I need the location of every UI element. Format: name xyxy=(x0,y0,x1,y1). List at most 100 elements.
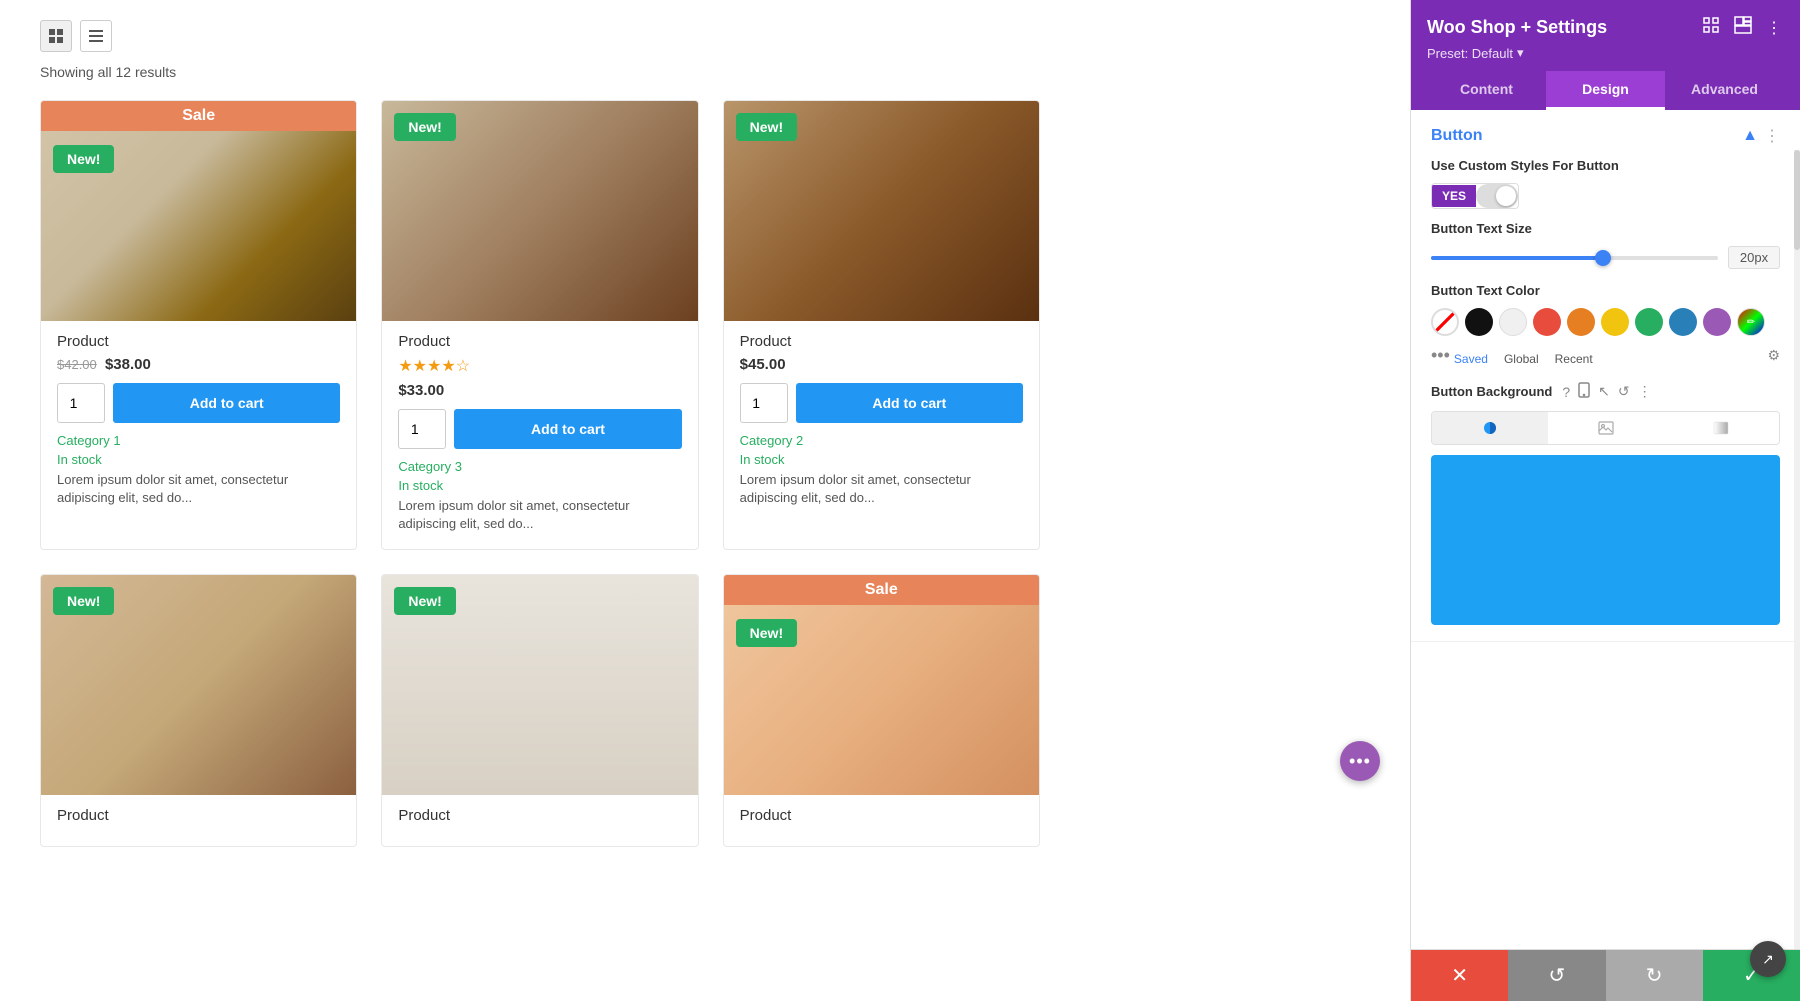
product-price: $33.00 xyxy=(398,382,681,399)
add-to-cart-row: Add to cart xyxy=(57,383,340,423)
layout-icon-button[interactable] xyxy=(1732,14,1754,41)
color-tab-icon xyxy=(1482,420,1498,436)
product-card: New! Product xyxy=(40,574,357,847)
product-image xyxy=(724,575,1039,795)
bg-mobile-icon[interactable] xyxy=(1578,382,1590,401)
product-info: Product xyxy=(382,795,697,846)
bg-tab-image[interactable] xyxy=(1548,412,1664,444)
grid-view-button[interactable] xyxy=(40,20,72,52)
add-to-cart-row: Add to cart xyxy=(740,383,1023,423)
product-image-wrap: New! xyxy=(382,101,697,321)
color-swatch-green[interactable] xyxy=(1635,308,1663,336)
color-swatch-yellow[interactable] xyxy=(1601,308,1629,336)
quantity-input[interactable] xyxy=(740,383,788,423)
price-old: $42.00 xyxy=(57,357,97,372)
category-link[interactable]: Category 3 xyxy=(398,459,681,474)
more-options-button[interactable]: ⋮ xyxy=(1764,16,1784,40)
help-arrow-icon: ↗ xyxy=(1762,951,1774,968)
section-more-icon[interactable]: ⋮ xyxy=(1764,126,1780,146)
section-header: Button ▲ ⋮ xyxy=(1431,126,1780,146)
button-section: Button ▲ ⋮ Use Custom Styles For Button … xyxy=(1411,110,1800,642)
price-new: $33.00 xyxy=(398,382,444,399)
bg-tab-gradient[interactable] xyxy=(1663,412,1779,444)
section-title: Button xyxy=(1431,127,1483,145)
product-info: Product $45.00 Add to cart Category 2 In… xyxy=(724,321,1039,523)
toggle-thumb[interactable] xyxy=(1476,184,1518,208)
stock-status: In stock xyxy=(398,478,681,493)
product-name: Product xyxy=(57,807,340,824)
quantity-input[interactable] xyxy=(57,383,105,423)
color-tab-saved[interactable]: Saved xyxy=(1454,352,1488,366)
color-swatch-purple[interactable] xyxy=(1703,308,1731,336)
cancel-button[interactable]: ✕ xyxy=(1411,950,1508,1001)
quantity-input[interactable] xyxy=(398,409,446,449)
category-link[interactable]: Category 1 xyxy=(57,433,340,448)
collapse-icon[interactable]: ▲ xyxy=(1742,127,1758,145)
new-badge: New! xyxy=(394,587,455,615)
btn-bg-label: Button Background xyxy=(1431,384,1552,399)
floating-help-button[interactable]: ↗ xyxy=(1750,941,1786,977)
view-controls xyxy=(40,20,1370,52)
text-size-slider[interactable] xyxy=(1431,256,1718,260)
panel-header: Woo Shop + Settings ⋮ Preset: xyxy=(1411,0,1800,110)
right-panel: Woo Shop + Settings ⋮ Preset: xyxy=(1410,0,1800,1001)
bg-color-preview xyxy=(1431,455,1780,625)
custom-styles-label: Use Custom Styles For Button xyxy=(1431,158,1780,173)
bg-tab-color[interactable] xyxy=(1432,412,1548,444)
bg-type-tabs xyxy=(1431,411,1780,445)
color-swatch-orange[interactable] xyxy=(1567,308,1595,336)
tab-design[interactable]: Design xyxy=(1546,71,1665,110)
color-swatch-black[interactable] xyxy=(1465,308,1493,336)
color-settings-icon[interactable]: ⚙ xyxy=(1767,347,1780,364)
add-to-cart-button[interactable]: Add to cart xyxy=(796,383,1023,423)
color-tab-recent[interactable]: Recent xyxy=(1555,352,1593,366)
product-image-wrap: New! xyxy=(724,101,1039,321)
scrollbar-thumb[interactable] xyxy=(1794,150,1800,250)
scrollbar-track[interactable] xyxy=(1794,150,1800,949)
category-link[interactable]: Category 2 xyxy=(740,433,1023,448)
section-controls: ▲ ⋮ xyxy=(1742,126,1780,146)
sale-banner: Sale xyxy=(41,101,356,131)
undo-button[interactable]: ↺ xyxy=(1508,950,1605,1001)
toggle-yes-no[interactable]: YES xyxy=(1431,183,1519,209)
product-price: $42.00 $38.00 xyxy=(57,356,340,373)
toggle-yes-label: YES xyxy=(1432,185,1476,207)
focus-icon-button[interactable] xyxy=(1700,14,1722,41)
bg-more-icon[interactable]: ⋮ xyxy=(1638,383,1652,400)
bg-undo-icon[interactable]: ↺ xyxy=(1618,383,1630,400)
price-new: $38.00 xyxy=(105,356,151,373)
product-card: Sale New! Product $42.00 $38.00 Add to c… xyxy=(40,100,357,550)
bg-section-header: Button Background ? ↖ ↺ ⋮ xyxy=(1431,382,1780,401)
tab-advanced[interactable]: Advanced xyxy=(1665,71,1784,110)
button-background-section: Button Background ? ↖ ↺ ⋮ xyxy=(1431,382,1780,625)
add-to-cart-button[interactable]: Add to cart xyxy=(454,409,681,449)
redo-button[interactable]: ↻ xyxy=(1606,950,1703,1001)
color-swatch-edit[interactable]: ✏ xyxy=(1737,308,1765,336)
text-size-value[interactable]: 20px xyxy=(1728,246,1780,269)
color-swatch-transparent[interactable] xyxy=(1431,308,1459,336)
color-swatch-white[interactable] xyxy=(1499,308,1527,336)
color-tabs-row: ••• Saved Global Recent ⚙ xyxy=(1431,344,1780,366)
more-colors-icon[interactable]: ••• xyxy=(1431,345,1450,366)
floating-dots-button[interactable]: ••• xyxy=(1340,741,1380,781)
color-swatch-red[interactable] xyxy=(1533,308,1561,336)
color-swatch-blue[interactable] xyxy=(1669,308,1697,336)
bg-help-icon[interactable]: ? xyxy=(1562,384,1570,400)
color-tab-global[interactable]: Global xyxy=(1504,352,1539,366)
slider-thumb[interactable] xyxy=(1595,250,1611,266)
bg-cursor-icon[interactable]: ↖ xyxy=(1598,383,1610,400)
text-size-slider-row: 20px xyxy=(1431,246,1780,269)
panel-header-icons: ⋮ xyxy=(1700,14,1784,41)
product-image-wrap: Sale New! xyxy=(724,575,1039,795)
add-to-cart-button[interactable]: Add to cart xyxy=(113,383,340,423)
list-view-button[interactable] xyxy=(80,20,112,52)
product-description: Lorem ipsum dolor sit amet, consectetur … xyxy=(57,471,340,507)
tab-content[interactable]: Content xyxy=(1427,71,1546,110)
panel-tabs: Content Design Advanced xyxy=(1427,71,1784,110)
product-name: Product xyxy=(57,333,340,350)
bg-icons-row: ? ↖ ↺ ⋮ xyxy=(1562,382,1651,401)
sale-banner: Sale xyxy=(724,575,1039,605)
text-size-label: Button Text Size xyxy=(1431,221,1780,236)
panel-title-row: Woo Shop + Settings ⋮ xyxy=(1427,14,1784,41)
product-card: New! Product ★★★★☆ $33.00 Add to cart Ca… xyxy=(381,100,698,550)
